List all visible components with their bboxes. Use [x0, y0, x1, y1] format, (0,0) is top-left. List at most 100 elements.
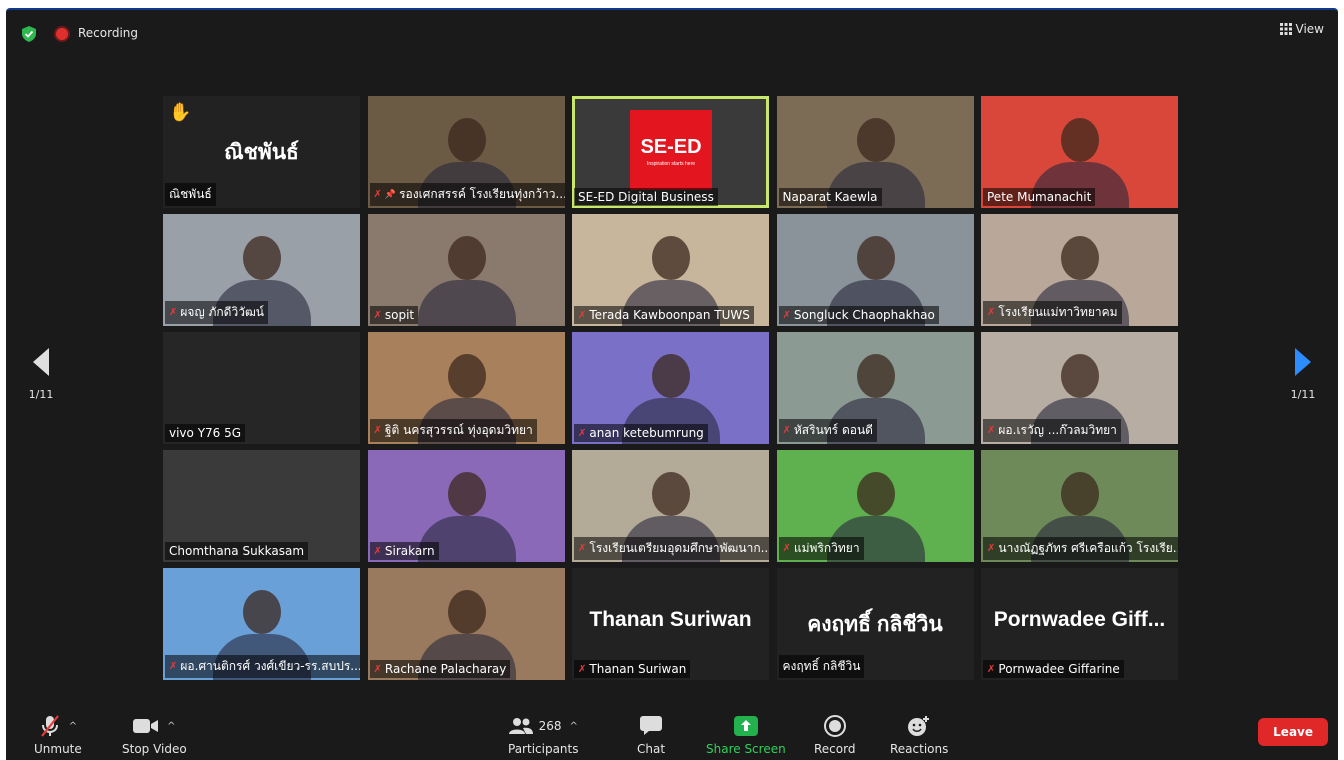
participant-name-label: ✗ นางณัฏฐภัทร ศรีเครือแก้ว โรงเรีย... — [983, 537, 1178, 560]
participant-tile[interactable]: ✗ anan ketebumrung — [572, 332, 769, 444]
participant-tile[interactable]: Thanan Suriwan ✗ Thanan Suriwan — [572, 568, 769, 680]
mic-muted-icon: ✗ — [578, 543, 587, 554]
raised-hand-icon: ✋ — [169, 102, 192, 123]
chat-icon — [640, 716, 663, 735]
participant-tile[interactable]: SE-ED Inspiration starts here SE-ED Digita… — [572, 96, 769, 208]
participant-name-label: ✗ sopit — [369, 306, 419, 324]
participant-display-name: ณิชพันธ์ — [224, 141, 299, 164]
audio-options-caret-icon[interactable]: ^ — [69, 721, 77, 732]
participant-name-label: Naparat Kaewla — [778, 188, 882, 206]
record-icon — [823, 715, 846, 737]
se-ed-logo-text: SE-ED — [640, 136, 702, 158]
video-camera-icon — [133, 719, 159, 733]
recording-icon — [56, 28, 68, 40]
participant-name-text: ผอ.ศานติกรศ์ วงศ์เขียว-รร.สบปร... — [180, 659, 360, 673]
unmute-label: Unmute — [34, 742, 82, 756]
arrow-right-icon — [1295, 348, 1311, 376]
reactions-smiley-icon — [908, 716, 930, 736]
unmute-button[interactable]: ^ Unmute — [34, 714, 82, 756]
leave-button[interactable]: Leave — [1258, 718, 1328, 746]
view-button[interactable]: View — [1279, 22, 1324, 36]
participant-tile[interactable]: ✗ นางณัฏฐภัทร ศรีเครือแก้ว โรงเรีย... — [981, 450, 1178, 562]
next-page-button[interactable]: 1/11 — [1288, 348, 1318, 401]
mic-muted-icon: ✗ — [782, 309, 791, 321]
record-button[interactable]: Record — [814, 714, 855, 756]
record-label: Record — [814, 742, 856, 756]
participant-name-text: ผจญ ภักดีวิวัฒน์ — [180, 305, 264, 319]
participant-display-name: คงฤทธิ์ กลิชีวิน — [807, 613, 943, 636]
participant-name-text: Chomthana Sukkasam — [169, 544, 305, 558]
mic-muted-icon: ✗ — [578, 427, 587, 439]
participant-name-text: ฐิติ นครสุวรรณ์ ทุ่งอุดมวิทยา — [384, 423, 533, 437]
participant-tile[interactable]: ✗ sopit — [367, 214, 565, 326]
se-ed-logo-tagline: Inspiration starts here — [646, 161, 696, 167]
participant-video-head — [447, 354, 486, 398]
participant-tile[interactable]: ✗ โรงเรียนแม่ทาวิทยาคม — [981, 214, 1178, 326]
video-options-caret-icon[interactable]: ^ — [167, 721, 175, 732]
participant-tile[interactable]: vivo Y76 5G — [163, 332, 360, 444]
participant-tile[interactable]: ✗ แม่พริกวิทยา — [776, 450, 974, 562]
mic-muted-icon: ✗ — [373, 425, 382, 436]
meeting-toolbar: ^ Unmute ^ Stop Video 268 ^ Participants… — [6, 710, 1338, 760]
participant-tile[interactable]: ✗ ผอ.ศานติกรศ์ วงศ์เขียว-รร.สบปร... — [163, 568, 360, 680]
participant-name-text: Naparat Kaewla — [782, 190, 878, 204]
arrow-left-icon — [33, 348, 49, 376]
participant-name-label: ✗ ฐิติ นครสุวรรณ์ ทุ่งอุดมวิทยา — [369, 419, 537, 442]
participant-name-text: คงฤทธิ์ กลิชีวิน — [782, 659, 861, 673]
participants-button[interactable]: 268 ^ Participants — [508, 714, 579, 756]
participant-video-head — [856, 236, 895, 280]
participant-name-label: ✗ Sirakarn — [369, 542, 439, 560]
participant-tile[interactable]: ✗ ฐิติ นครสุวรรณ์ ทุ่งอุดมวิทยา — [367, 332, 565, 444]
mic-muted-icon: ✗ — [987, 543, 996, 554]
participant-tile[interactable]: ✗ หัสรินทร์ ดอนดี — [776, 332, 974, 444]
participant-name-label: ณิชพันธ์ — [165, 183, 216, 206]
participant-video-body — [417, 280, 516, 326]
se-ed-logo: SE-ED Inspiration starts here — [630, 110, 712, 190]
participant-name-text: ผอ.เรวัญ ...ก๊วลมวิทยา — [998, 423, 1117, 437]
participant-tile[interactable]: ✗ ผจญ ภักดีวิวัฒน์ — [163, 214, 360, 326]
participant-tile[interactable]: Pornwadee Giff... ✗ Pornwadee Giffarine — [981, 568, 1178, 680]
mic-muted-icon: ✗ — [169, 307, 178, 318]
view-label: View — [1295, 22, 1324, 36]
participant-tile[interactable]: ✗ Rachane Palacharay — [367, 568, 565, 680]
participant-tile[interactable]: ✗ Sirakarn — [367, 450, 565, 562]
reactions-button[interactable]: Reactions — [890, 714, 948, 756]
security-shield-icon[interactable] — [22, 26, 36, 42]
participant-name-text: sopit — [384, 308, 415, 322]
mic-muted-icon: ✗ — [578, 663, 587, 675]
share-screen-button[interactable]: Share Screen — [706, 714, 786, 756]
participant-video-head — [243, 590, 281, 634]
participant-name-text: ณิชพันธ์ — [169, 187, 212, 201]
participant-name-text: Pornwadee Giffarine — [998, 662, 1120, 676]
participant-video-head — [447, 472, 486, 516]
reactions-label: Reactions — [890, 742, 949, 756]
participant-name-label: vivo Y76 5G — [165, 424, 246, 442]
participant-tile[interactable]: คงฤทธิ์ กลิชีวิน คงฤทธิ์ กลิชีวิน — [776, 568, 974, 680]
share-screen-label: Share Screen — [706, 742, 786, 756]
participant-video-head — [856, 354, 895, 398]
participant-tile[interactable]: Naparat Kaewla — [776, 96, 974, 208]
participant-name-text: Rachane Palacharay — [384, 662, 507, 676]
participant-tile[interactable]: ✗ 📌 รองเศกสรรค์ โรงเรียนทุ่งกว้าว... — [367, 96, 565, 208]
chat-button[interactable]: Chat — [637, 714, 665, 756]
participant-name-label: Chomthana Sukkasam — [165, 542, 309, 560]
participants-count: 268 — [538, 719, 562, 733]
participants-icon — [508, 718, 533, 734]
participants-caret-icon[interactable]: ^ — [570, 721, 578, 732]
participant-tile[interactable]: ✗ ผอ.เรวัญ ...ก๊วลมวิทยา — [981, 332, 1178, 444]
participant-tile[interactable]: ✗ โรงเรียนเตรียมอุดมศึกษาพัฒนาก... — [572, 450, 769, 562]
participant-name-text: SE-ED Digital Business — [578, 190, 714, 204]
participant-tile[interactable]: Chomthana Sukkasam — [163, 450, 360, 562]
participant-tile[interactable]: ✋ ณิชพันธ์ ณิชพันธ์ — [163, 96, 360, 208]
participant-tile[interactable]: ✗ Terada Kawboonpan TUWS — [572, 214, 769, 326]
stop-video-button[interactable]: ^ Stop Video — [122, 714, 187, 756]
participant-name-label: ✗ ผจญ ภักดีวิวัฒน์ — [165, 301, 268, 324]
stop-video-label: Stop Video — [122, 742, 187, 756]
mic-muted-icon: ✗ — [782, 425, 791, 436]
prev-page-button[interactable]: 1/11 — [26, 348, 56, 401]
participant-video-head — [243, 236, 281, 280]
participant-tile[interactable]: ✗ Songluck Chaophakhao — [776, 214, 974, 326]
participant-video-head — [1061, 118, 1099, 162]
mic-muted-icon: ✗ — [373, 545, 382, 557]
participant-tile[interactable]: Pete Mumanachit — [981, 96, 1178, 208]
